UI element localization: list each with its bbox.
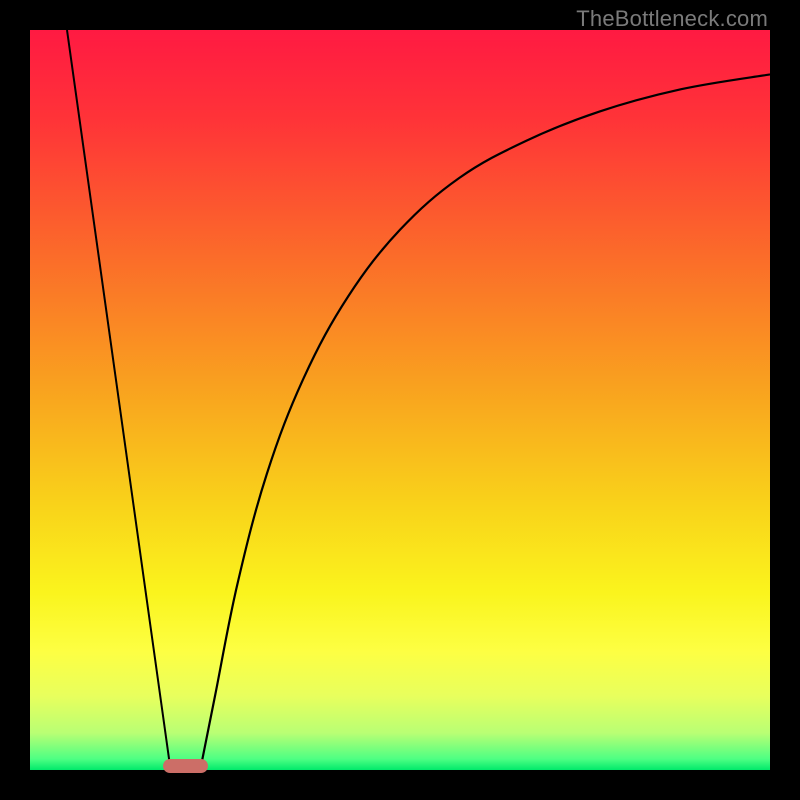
right-curve-line — [200, 74, 770, 770]
bottom-marker — [163, 759, 207, 773]
plot-area — [30, 30, 770, 770]
chart-frame: TheBottleneck.com — [0, 0, 800, 800]
left-slope-line — [67, 30, 171, 770]
curves-layer — [30, 30, 770, 770]
watermark-text: TheBottleneck.com — [576, 6, 768, 32]
